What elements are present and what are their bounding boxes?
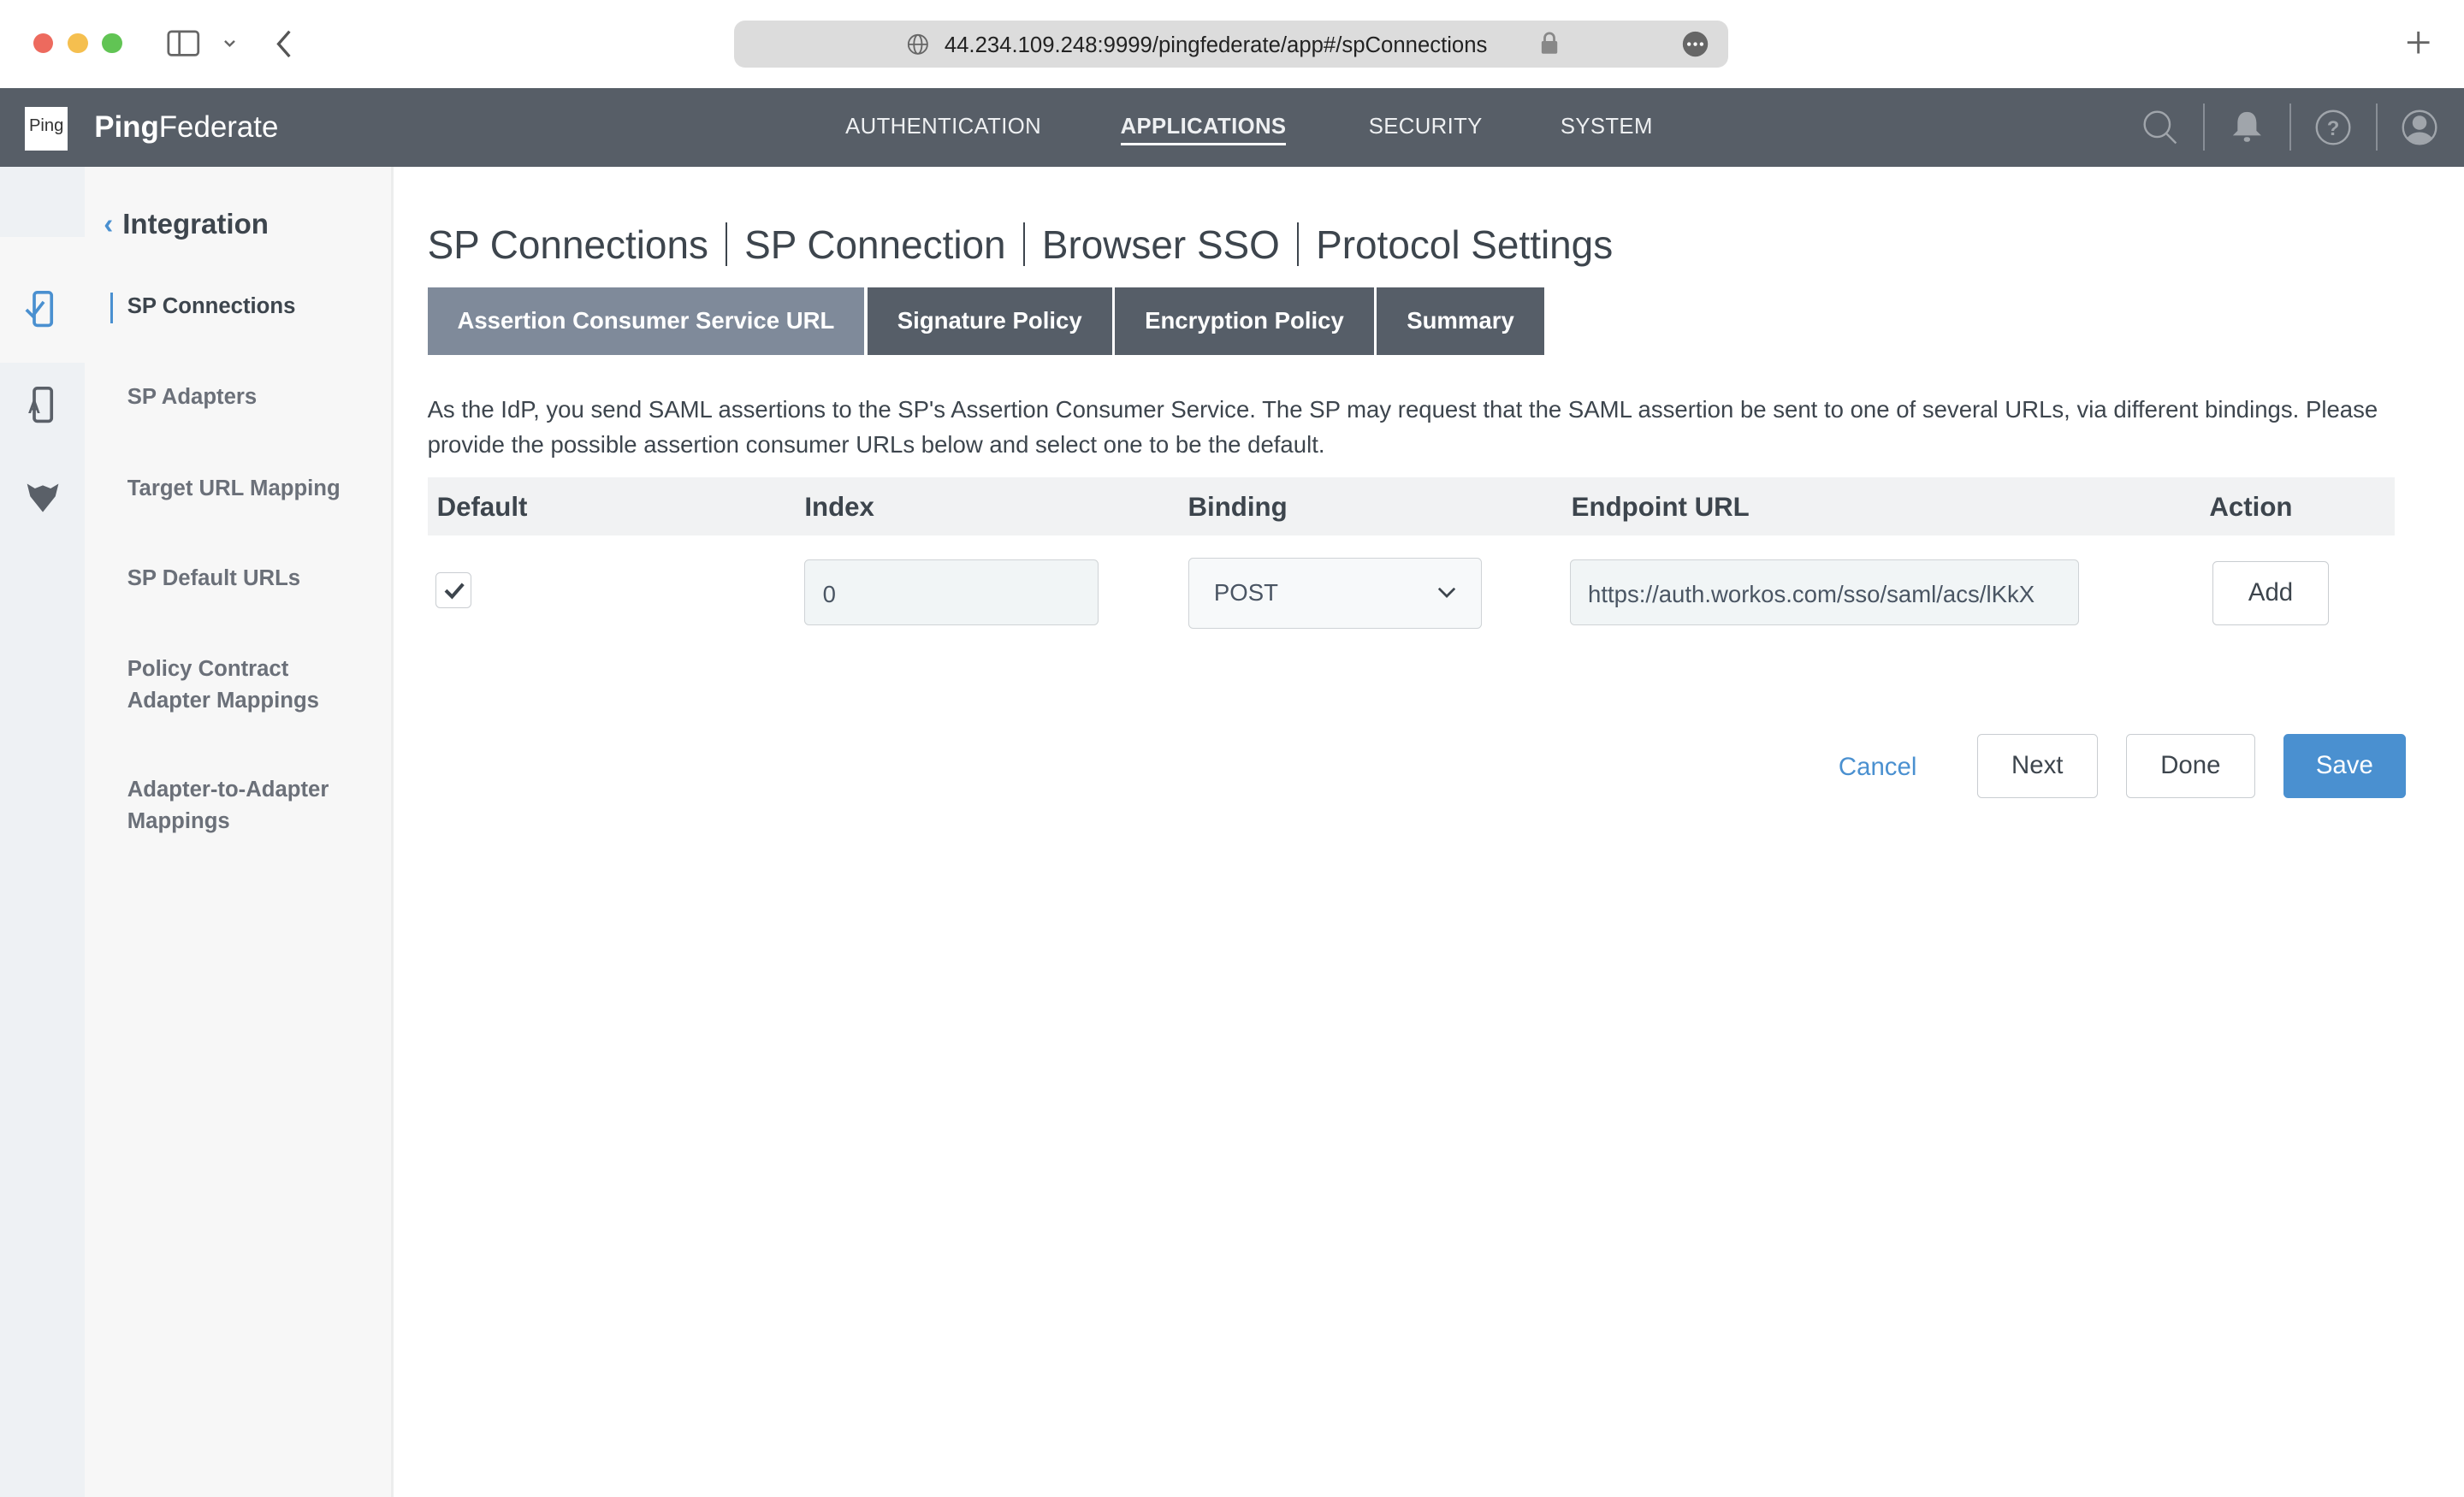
nav-authentication[interactable]: AUTHENTICATION — [845, 115, 1041, 139]
chevron-down-icon — [1437, 587, 1455, 599]
top-nav: Ping PingFederate AUTHENTICATION APPLICA… — [0, 87, 2464, 167]
tab-encryption-policy[interactable]: Encryption Policy — [1115, 287, 1374, 356]
address-bar[interactable]: 44.234.109.248:9999/pingfederate/app#/sp… — [733, 20, 1729, 68]
minimize-window-button[interactable] — [67, 33, 88, 54]
add-button[interactable]: Add — [2212, 560, 2329, 625]
nav-system[interactable]: SYSTEM — [1561, 115, 1653, 139]
ping-logo: Ping — [25, 106, 68, 151]
divider — [2376, 104, 2378, 151]
active-indicator — [110, 292, 114, 324]
globe-icon — [907, 33, 928, 55]
user-avatar-icon[interactable] — [2401, 109, 2438, 146]
default-checkbox[interactable] — [435, 571, 472, 608]
sidebar-item-sp-adapters[interactable]: SP Adapters — [127, 382, 257, 413]
chevron-left-icon: ‹ — [104, 209, 114, 241]
header-index: Index — [804, 491, 874, 522]
header-binding: Binding — [1188, 491, 1288, 522]
header-endpoint-url: Endpoint URL — [1571, 491, 1750, 522]
svg-text:?: ? — [2327, 117, 2340, 140]
tab-signature-policy[interactable]: Signature Policy — [867, 287, 1112, 356]
target-url-mapping-icon[interactable] — [24, 479, 62, 517]
done-button[interactable]: Done — [2126, 733, 2255, 799]
bell-icon[interactable] — [2231, 110, 2263, 145]
table-header: Default Index Binding Endpoint URL Actio… — [427, 477, 2396, 536]
nav-applications[interactable]: APPLICATIONS — [1120, 115, 1287, 145]
lock-icon — [1541, 32, 1558, 54]
sp-adapters-icon[interactable]: A — [25, 386, 59, 424]
header-default: Default — [436, 491, 528, 522]
more-options-icon[interactable] — [1681, 30, 1709, 58]
checkmark-icon — [444, 583, 465, 600]
sidebar-icon-column: A — [0, 166, 86, 1497]
index-input[interactable]: 0 — [804, 559, 1099, 625]
binding-select[interactable]: POST — [1188, 558, 1482, 629]
main-content: SP Connections SP Connection Browser SSO Pr… — [394, 167, 2464, 1497]
back-icon[interactable] — [274, 28, 293, 60]
cancel-button[interactable]: Cancel — [1839, 753, 1916, 782]
tab-bar: Assertion Consumer Service URL Signature… — [427, 287, 1548, 356]
next-button[interactable]: Next — [1976, 733, 2098, 799]
tab-assertion-consumer-service-url[interactable]: Assertion Consumer Service URL — [427, 287, 865, 356]
svg-text:A: A — [28, 399, 41, 417]
sidebar-item-adapter-to-adapter-mappings[interactable]: Adapter-to-Adapter Mappings — [127, 774, 347, 837]
nav-security[interactable]: SECURITY — [1369, 115, 1483, 139]
sp-connections-icon[interactable] — [25, 290, 59, 328]
page-title: SP Connections SP Connection Browser SSO Pr… — [427, 222, 1614, 267]
sidebar-item-target-url-mapping[interactable]: Target URL Mapping — [127, 473, 341, 505]
maximize-window-button[interactable] — [102, 33, 123, 54]
save-button[interactable]: Save — [2283, 733, 2406, 799]
sidebar-item-sp-default-urls[interactable]: SP Default URLs — [127, 563, 300, 595]
sidebar: ‹ Integration SP Connections SP Adapters … — [85, 166, 394, 1497]
sidebar-item-sp-connections[interactable]: SP Connections — [127, 291, 296, 322]
search-icon[interactable] — [2141, 109, 2179, 146]
browser-chrome: 44.234.109.248:9999/pingfederate/app#/sp… — [0, 0, 2464, 88]
divider — [2289, 104, 2291, 151]
close-window-button[interactable] — [33, 33, 54, 54]
url-text: 44.234.109.248:9999/pingfederate/app#/sp… — [944, 33, 1488, 57]
tab-summary[interactable]: Summary — [1377, 287, 1544, 356]
app-name: PingFederate — [94, 109, 279, 144]
back-to-integration[interactable]: ‹ Integration — [104, 209, 269, 241]
sidebar-item-policy-contract-adapter-mappings[interactable]: Policy Contract Adapter Mappings — [127, 654, 347, 716]
divider — [2203, 104, 2205, 151]
sidebar-toggle-icon[interactable] — [167, 30, 246, 58]
endpoint-url-input[interactable]: https://auth.workos.com/sso/saml/acs/lKk… — [1569, 559, 2079, 625]
help-icon[interactable]: ? — [2314, 109, 2352, 146]
description: As the IdP, you send SAML assertions to … — [427, 396, 2378, 458]
new-tab-icon[interactable] — [2406, 30, 2431, 55]
header-action: Action — [2209, 491, 2293, 522]
